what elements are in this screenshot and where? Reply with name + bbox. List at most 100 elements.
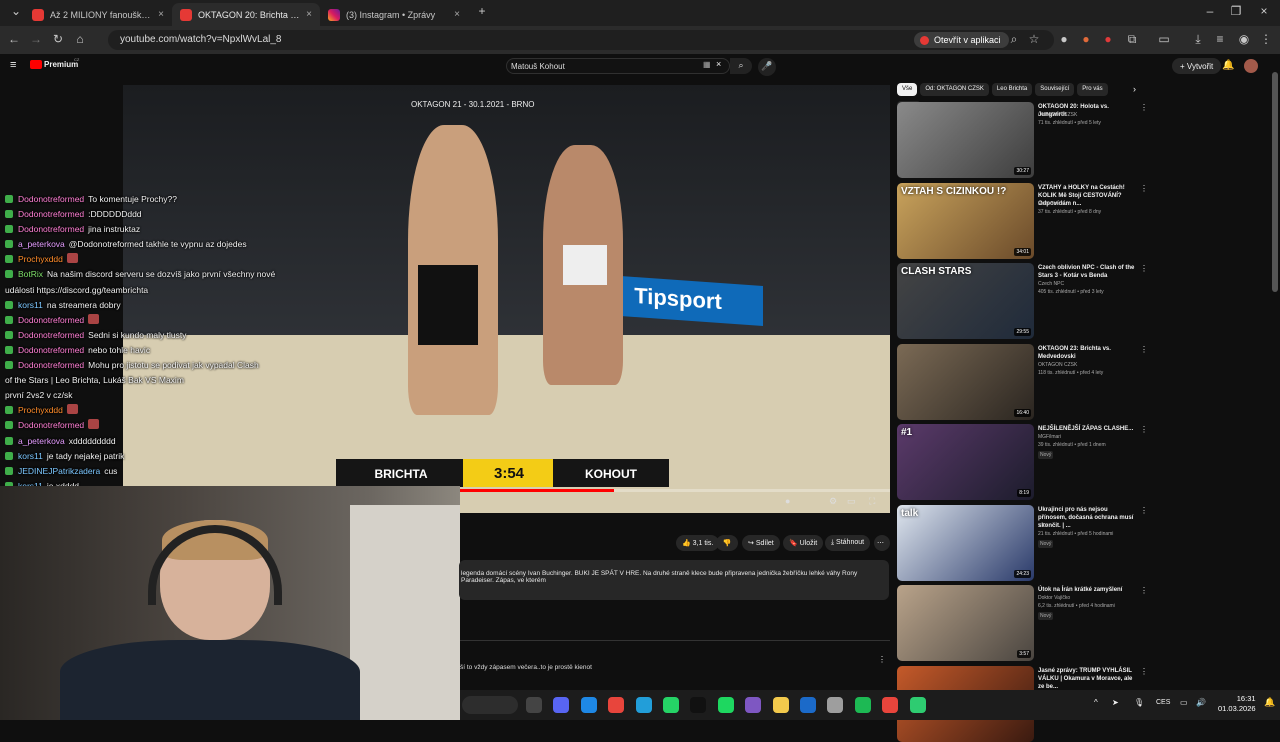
telegram-icon[interactable] bbox=[635, 697, 652, 713]
microphone-tray-icon[interactable]: 🎙 bbox=[1134, 698, 1144, 707]
channel-name[interactable]: MGFilmari bbox=[1038, 434, 1061, 440]
capcut-icon[interactable] bbox=[690, 697, 707, 713]
video-menu-icon[interactable]: ⋮ bbox=[1140, 506, 1148, 515]
download-button[interactable]: ⤓ Stáhnout bbox=[825, 535, 871, 551]
video-title[interactable]: OKTAGON 23: Brichta vs. Medvedovski bbox=[1038, 345, 1138, 361]
extension-icon[interactable]: ● bbox=[1100, 32, 1116, 46]
chrome-icon[interactable] bbox=[608, 697, 625, 713]
share-button[interactable]: ↪ Sdílet bbox=[742, 535, 780, 551]
chip-4[interactable]: Pro vás bbox=[1077, 83, 1108, 96]
video-thumbnail[interactable]: 30:27 bbox=[897, 102, 1034, 178]
menu-icon[interactable]: ⋮ bbox=[1258, 32, 1274, 46]
video-description[interactable]: legenda domácí scény Ivan Buchinger. BUK… bbox=[459, 560, 889, 600]
more-actions-icon[interactable]: ⋯ bbox=[874, 535, 890, 551]
video-title[interactable]: Ukrajinci pro nás nejsou přínosem, dočas… bbox=[1038, 506, 1138, 530]
spotify-icon[interactable] bbox=[854, 697, 871, 713]
minimize-icon[interactable]: – bbox=[1196, 4, 1224, 18]
bookmark-star-icon[interactable]: ☆ bbox=[1026, 32, 1042, 46]
video-menu-icon[interactable]: ⋮ bbox=[1140, 667, 1148, 676]
search-button[interactable]: ⌕ bbox=[730, 58, 752, 74]
reload-icon[interactable]: ↻ bbox=[50, 32, 66, 46]
video-menu-icon[interactable]: ⋮ bbox=[1140, 264, 1148, 273]
language-indicator[interactable]: CES bbox=[1156, 699, 1170, 706]
channel-name[interactable]: RadeCzech bbox=[1038, 201, 1064, 207]
back-icon[interactable]: ← bbox=[6, 32, 22, 46]
notification-center-icon[interactable]: 🔔 bbox=[1264, 697, 1275, 708]
channel-name[interactable]: OKTAGON CZSK bbox=[1038, 112, 1077, 118]
hamburger-menu-icon[interactable]: ≡ bbox=[10, 59, 16, 71]
download-icon[interactable]: ⤓ bbox=[1190, 32, 1206, 47]
network-icon[interactable]: ▭ bbox=[1180, 698, 1188, 707]
discord-icon[interactable] bbox=[553, 697, 570, 713]
clear-search-icon[interactable]: × bbox=[716, 59, 721, 69]
video-thumbnail[interactable]: 3:57 bbox=[897, 585, 1034, 661]
video-title[interactable]: NEJŠÍLENĚJŠÍ ZÁPAS CLASHE... bbox=[1038, 425, 1138, 433]
channel-name[interactable]: OKTAGON CZSK bbox=[1038, 362, 1077, 368]
related-video[interactable]: #1 8:19 NEJŠÍLENĚJŠÍ ZÁPAS CLASHE... MGFilm… bbox=[897, 424, 1148, 500]
video-title[interactable]: Útok na Írán krátké zamyšlení bbox=[1038, 586, 1138, 594]
channel-name[interactable]: Czech NPC bbox=[1038, 281, 1064, 287]
extension-icon[interactable]: ● bbox=[1056, 32, 1072, 46]
dislike-button[interactable]: 👎 bbox=[716, 535, 738, 551]
extension-icon[interactable]: ● bbox=[1078, 32, 1094, 46]
close-icon[interactable]: × bbox=[306, 9, 312, 20]
search-input[interactable]: Matouš Kohout bbox=[506, 58, 730, 74]
video-title[interactable]: Jasné zprávy: TRUMP VYHLÁSIL VÁLKU | Oka… bbox=[1038, 667, 1138, 691]
tab-1[interactable]: Až 2 MILIONY fanoušků! Bitvo × bbox=[24, 3, 172, 26]
app-icon[interactable] bbox=[580, 697, 597, 713]
chrome-icon[interactable] bbox=[882, 697, 899, 713]
create-button[interactable]: + Vytvořit bbox=[1172, 58, 1222, 74]
video-menu-icon[interactable]: ⋮ bbox=[1140, 103, 1148, 112]
video-thumbnail[interactable]: #1 8:19 bbox=[897, 424, 1034, 500]
chip-0[interactable]: Vše bbox=[897, 83, 918, 96]
channel-name[interactable]: XTV bbox=[1038, 523, 1048, 529]
video-thumbnail[interactable]: CLASH STARS 29:55 bbox=[897, 263, 1034, 339]
related-video[interactable]: 16:40 OKTAGON 23: Brichta vs. Medvedovski… bbox=[897, 343, 1148, 420]
close-icon[interactable]: × bbox=[158, 9, 164, 20]
close-icon[interactable]: × bbox=[454, 9, 460, 20]
whatsapp-icon[interactable] bbox=[663, 697, 679, 713]
app-icon[interactable] bbox=[909, 697, 926, 713]
voice-search-icon[interactable]: 🎤 bbox=[758, 58, 776, 76]
chip-1[interactable]: Od: OKTAGON CZSK bbox=[920, 83, 989, 96]
video-menu-icon[interactable]: ⋮ bbox=[1140, 425, 1148, 434]
related-video[interactable]: CLASH STARS 29:55 Czech oblivion NPC - Cla… bbox=[897, 263, 1148, 339]
like-button[interactable]: 👍 3,1 tis. bbox=[676, 535, 720, 551]
chip-3[interactable]: Související bbox=[1035, 83, 1075, 96]
miniplayer-icon[interactable]: ▭ bbox=[847, 496, 856, 507]
tab-2[interactable]: OKTAGON 20: Brichta vs. K × bbox=[172, 3, 320, 26]
taskbar-clock[interactable]: 16:31 01.03.2026 bbox=[1218, 694, 1256, 714]
address-bar[interactable]: youtube.com/watch?v=NpxlWvLal_8 bbox=[108, 30, 1054, 50]
app-icon[interactable] bbox=[717, 697, 734, 713]
open-in-app-button[interactable]: Otevřít v aplikaci bbox=[914, 32, 1009, 48]
video-thumbnail[interactable]: 16:40 bbox=[897, 343, 1034, 420]
forward-icon[interactable]: → bbox=[28, 32, 44, 46]
video-thumbnail[interactable]: talk 24:23 bbox=[897, 504, 1034, 581]
related-video[interactable]: 30:27 OKTAGON 20: Holota vs. Jungwirth OKT… bbox=[897, 102, 1148, 178]
fullscreen-icon[interactable]: ⛶ bbox=[869, 496, 875, 507]
video-menu-icon[interactable]: ⋮ bbox=[1140, 184, 1148, 193]
subtitles-icon[interactable]: ● bbox=[785, 496, 790, 506]
telegram-tray-icon[interactable]: ➤ bbox=[1112, 698, 1119, 707]
tab-3[interactable]: (3) Instagram • Zprávy × bbox=[320, 3, 468, 26]
obs-icon[interactable] bbox=[745, 697, 762, 713]
taskbar-search[interactable] bbox=[462, 696, 518, 714]
profile-icon[interactable]: ◉ bbox=[1236, 32, 1252, 46]
settings-gear-icon[interactable]: ⚙ bbox=[829, 496, 837, 507]
video-menu-icon[interactable]: ⋮ bbox=[1140, 345, 1148, 354]
tray-chevron-icon[interactable]: ^ bbox=[1094, 698, 1098, 707]
media-icon[interactable]: ≡ bbox=[1212, 32, 1228, 46]
youtube-logo-icon[interactable] bbox=[30, 60, 42, 69]
maximize-icon[interactable]: ❐ bbox=[1222, 4, 1250, 18]
related-video[interactable]: talk 24:23 Ukrajinci pro nás nejsou přínos… bbox=[897, 504, 1148, 581]
video-thumbnail[interactable]: VZTAH S CIZINKOU !? 34:01 bbox=[897, 182, 1034, 259]
chevron-right-icon[interactable]: › bbox=[1133, 84, 1136, 94]
settings-icon[interactable] bbox=[827, 697, 844, 713]
related-video[interactable]: VZTAH S CIZINKOU !? 34:01 VZTAHY a HOLKY n… bbox=[897, 182, 1148, 259]
page-scrollbar[interactable] bbox=[1272, 72, 1278, 292]
file-explorer-icon[interactable] bbox=[772, 697, 789, 713]
close-window-icon[interactable]: × bbox=[1250, 4, 1278, 18]
sidebar-icon[interactable]: ▭ bbox=[1156, 32, 1172, 46]
comment-menu-icon[interactable]: ⋮ bbox=[878, 655, 886, 664]
notifications-bell-icon[interactable]: 🔔 bbox=[1222, 60, 1234, 71]
